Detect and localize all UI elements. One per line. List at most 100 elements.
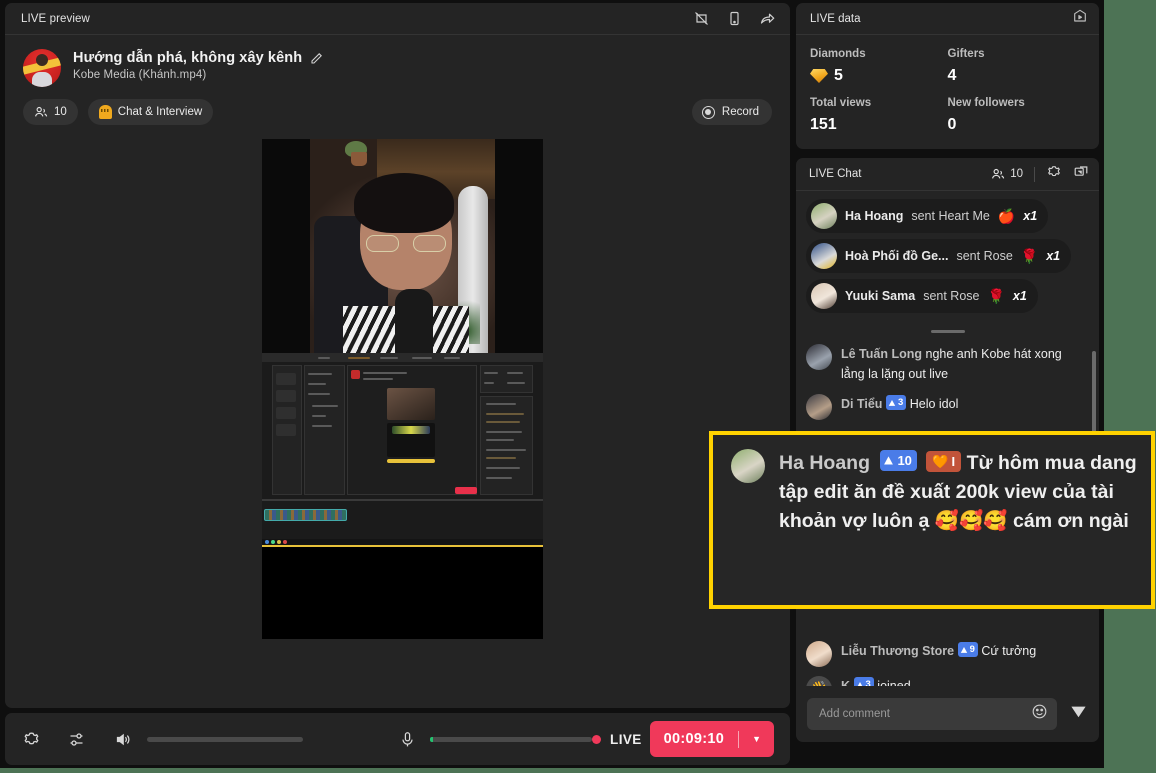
viewer-count-pill[interactable]: 10 [23, 99, 78, 125]
share-icon[interactable] [759, 10, 776, 27]
live-data-card: LIVE data Diamonds 5 Gifters 4 Total vie… [796, 3, 1099, 149]
bottom-control-bar: LIVE 00:09:10 ▼ [5, 713, 790, 765]
divider [1034, 166, 1035, 182]
live-chat-title: LIVE Chat [809, 168, 862, 180]
avatar [811, 243, 837, 269]
screen-share-feed [262, 353, 543, 639]
chat-composer: Add comment [796, 686, 1099, 742]
chat-message: Liễu Thương Store 9 Cứ tưởng [806, 640, 1085, 667]
speaker-icon[interactable] [113, 728, 134, 750]
app-window: LIVE preview Hướng dẫn phá, không xây kê… [0, 0, 1104, 768]
message-author: Liễu Thương Store [841, 643, 955, 658]
live-dot-icon [592, 734, 602, 744]
live-data-grid: Diamonds 5 Gifters 4 Total views 151 New… [796, 35, 1099, 149]
chat-viewer-count: 10 [991, 167, 1023, 181]
message-text: joined [877, 678, 911, 687]
gift-sender: Hoà Phối đồ Ge... [845, 249, 949, 263]
pencil-icon[interactable] [310, 52, 323, 65]
live-data-header: LIVE data [796, 3, 1099, 35]
no-crop-icon[interactable] [693, 10, 710, 27]
stat-value: 0 [947, 116, 957, 133]
live-status: LIVE [592, 732, 642, 747]
gift-emoji: 🌹 [1020, 247, 1039, 264]
stat-value: 5 [834, 67, 843, 84]
record-label: Record [721, 106, 759, 118]
stat-diamonds: Diamonds 5 [810, 48, 948, 85]
mic-level-slider[interactable] [429, 736, 593, 742]
chat-interview-label: Chat & Interview [117, 106, 203, 118]
level-badge: 10 [880, 449, 917, 472]
live-label: LIVE [610, 731, 642, 747]
preview-header: LIVE preview [5, 3, 790, 35]
emoji-icon[interactable] [1031, 703, 1048, 725]
stat-new-followers: New followers 0 [948, 97, 1086, 134]
gift-emoji: 🌹 [987, 287, 1005, 304]
avatar [806, 344, 832, 370]
highlighted-chat-message: Ha Hoang 10 🧡 I Từ hôm mua dang tập edit… [709, 431, 1155, 609]
sliders-icon[interactable] [66, 728, 87, 750]
gift-sender: Ha Hoang [845, 209, 904, 223]
camera-feed [262, 139, 543, 353]
viewer-count: 10 [54, 106, 67, 118]
diamond-icon [810, 69, 828, 83]
avatar [23, 49, 61, 87]
stat-gifters: Gifters 4 [948, 48, 1086, 85]
live-preview-panel: LIVE preview Hướng dẫn phá, không xây kê… [5, 3, 790, 708]
message-text: Cứ tưởng [981, 643, 1037, 658]
highlight-author: Ha Hoang [779, 452, 871, 474]
cast-icon[interactable] [1072, 8, 1088, 29]
volume-slider[interactable] [147, 736, 303, 742]
highlight-content: Ha Hoang 10 🧡 I Từ hôm mua dang tập edit… [779, 449, 1139, 595]
gift-item: Yuuki Sama sent Rose 🌹 x1 [806, 279, 1038, 313]
chat-interview-pill[interactable]: Chat & Interview [87, 99, 214, 125]
chat-message: Di Tiểu 3 Helo idol [806, 393, 1085, 420]
level-value: 3 [897, 396, 904, 408]
send-icon[interactable] [1069, 702, 1088, 726]
desktop-background: LIVE preview Hướng dẫn phá, không xây kê… [0, 0, 1156, 773]
comment-input[interactable]: Add comment [807, 698, 1057, 730]
chat-message: Lê Tuấn Long nghe anh Kobe hát xong lẳng… [806, 344, 1085, 385]
record-button[interactable]: Record [691, 99, 772, 125]
gear-icon[interactable] [21, 728, 42, 750]
channel-text: Hướng dẫn phá, không xây kênh Kobe Media… [73, 49, 323, 81]
gear-icon[interactable] [1046, 164, 1062, 185]
right-panel: LIVE data Diamonds 5 Gifters 4 Total vie… [796, 3, 1099, 742]
message-text: Helo idol [909, 396, 959, 411]
comment-placeholder: Add comment [819, 708, 890, 720]
live-timer-button[interactable]: 00:09:10 ▼ [649, 721, 775, 757]
level-value: 10 [897, 452, 912, 468]
avatar [806, 393, 832, 420]
avatar [806, 640, 832, 667]
live-chat-header: LIVE Chat 10 [796, 158, 1099, 191]
level-badge: 3 [885, 394, 907, 411]
avatar [811, 203, 837, 229]
gift-sender: Yuuki Sama [845, 289, 916, 303]
gift-action: sent Rose [956, 249, 1013, 263]
stream-subtitle: Kobe Media (Khánh.mp4) [73, 69, 207, 81]
mobile-icon[interactable] [726, 10, 743, 27]
avatar: 👋 [806, 675, 832, 686]
level-value: 3 [865, 678, 871, 686]
level-badge: 3 [853, 676, 874, 686]
stat-label: Gifters [947, 48, 985, 60]
chat-viewers-value: 10 [1010, 168, 1023, 180]
preview-title: LIVE preview [21, 12, 90, 25]
gift-emoji: 🍎 [997, 207, 1016, 224]
badge-emoji: 🧡 [932, 454, 949, 469]
gift-action: sent Heart Me [911, 209, 990, 223]
microphone-icon[interactable] [397, 728, 418, 750]
message-author: K [841, 678, 851, 687]
stat-value: 4 [947, 67, 957, 84]
chevron-down-icon[interactable]: ▼ [739, 734, 774, 744]
level-value: 9 [969, 643, 975, 655]
gift-multiplier: x1 [1023, 209, 1038, 223]
gift-action: sent Rose [923, 289, 980, 303]
gift-drag-handle[interactable] [806, 319, 1089, 341]
popout-icon[interactable] [1073, 164, 1089, 185]
supporter-badge: 🧡 I [926, 451, 962, 473]
chat-interview-icon [98, 105, 112, 119]
pill-row: 10 Chat & Interview Record [5, 87, 790, 125]
live-timer: 00:09:10 [663, 731, 725, 747]
video-stage[interactable] [262, 139, 543, 639]
gift-item: Ha Hoang sent Heart Me 🍎 x1 [806, 199, 1049, 233]
